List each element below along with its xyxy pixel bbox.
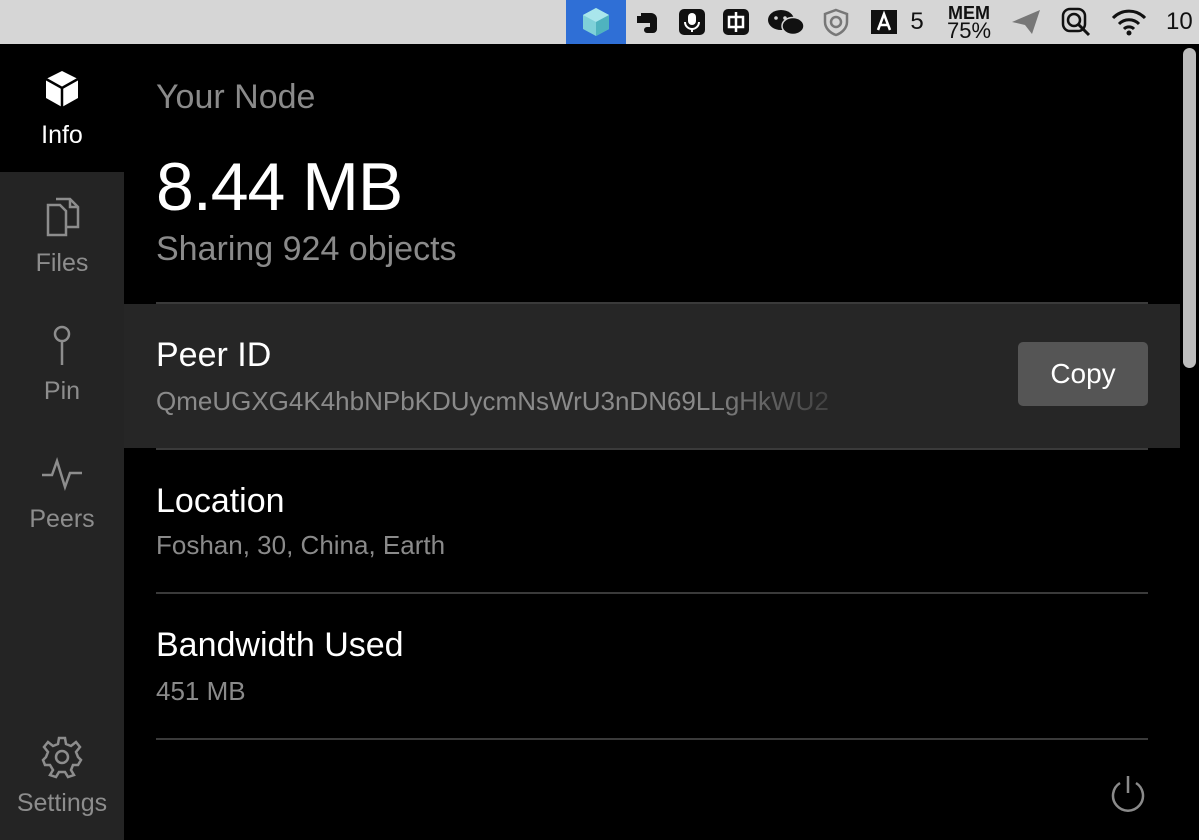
divider (156, 738, 1148, 740)
adobe-badge-count: 5 (910, 8, 924, 35)
wechat-icon[interactable] (764, 0, 808, 44)
evernote-icon[interactable] (630, 0, 666, 44)
pulse-icon (42, 456, 82, 491)
power-icon[interactable] (1108, 774, 1148, 814)
peer-id-row: Peer ID QmeUGXG4K4hbNPbKDUycmNsWrU3nDN69… (124, 304, 1180, 448)
sidebar-item-label: Peers (29, 504, 95, 533)
sidebar-item-pin[interactable]: Pin (0, 300, 124, 428)
files-icon (46, 197, 80, 236)
divider (156, 592, 1148, 594)
wifi-icon[interactable] (1106, 0, 1152, 44)
peer-id-value[interactable]: QmeUGXG4K4hbNPbKDUycmNsWrU3nDN69LLgHkWU2 (156, 386, 878, 417)
cube-icon (45, 70, 79, 107)
sidebar-item-label: Pin (43, 376, 81, 405)
sidebar-item-label: Files (35, 248, 89, 277)
pin-icon (53, 325, 71, 365)
scrollbar[interactable] (1180, 44, 1199, 840)
sidebar: Info Files Pin Peers Settings (0, 44, 124, 840)
repo-size: 8.44 MB (156, 149, 403, 225)
peer-id-title: Peer ID (156, 336, 272, 374)
shield-icon[interactable] (816, 0, 856, 44)
main-panel: Your Node 8.44 MB Sharing 924 objects Pe… (124, 44, 1180, 840)
sidebar-item-label: Info (41, 120, 83, 149)
sidebar-item-peers[interactable]: Peers (0, 428, 124, 556)
page-title: Your Node (156, 78, 316, 116)
memory-monitor[interactable]: MEM 75% (940, 0, 998, 44)
ipfs-cube-menu-icon[interactable] (566, 0, 626, 44)
location-title: Location (156, 482, 285, 520)
divider (156, 448, 1148, 450)
scrollbar-thumb[interactable] (1183, 48, 1196, 368)
search-magnifier-icon[interactable] (1056, 0, 1096, 44)
sidebar-item-settings[interactable]: Settings (0, 712, 124, 840)
send-icon[interactable] (1006, 0, 1046, 44)
sidebar-item-label: Settings (16, 788, 108, 817)
mem-value: 75% (946, 18, 992, 43)
sidebar-item-info[interactable]: Info (0, 44, 124, 172)
bandwidth-title: Bandwidth Used (156, 626, 404, 664)
menubar: 5 MEM 75% 10 (0, 0, 1199, 44)
gear-icon (41, 736, 83, 779)
microphone-icon[interactable] (674, 0, 710, 44)
adobe-icon[interactable] (866, 0, 902, 44)
copy-button[interactable]: Copy (1018, 342, 1148, 406)
sidebar-item-files[interactable]: Files (0, 172, 124, 300)
sharing-count: Sharing 924 objects (156, 230, 457, 268)
input-method-icon[interactable] (718, 0, 754, 44)
bandwidth-value: 451 MB (156, 676, 246, 706)
location-value: Foshan, 30, China, Earth (156, 530, 446, 560)
menubar-clock[interactable]: 10 (1166, 0, 1199, 44)
